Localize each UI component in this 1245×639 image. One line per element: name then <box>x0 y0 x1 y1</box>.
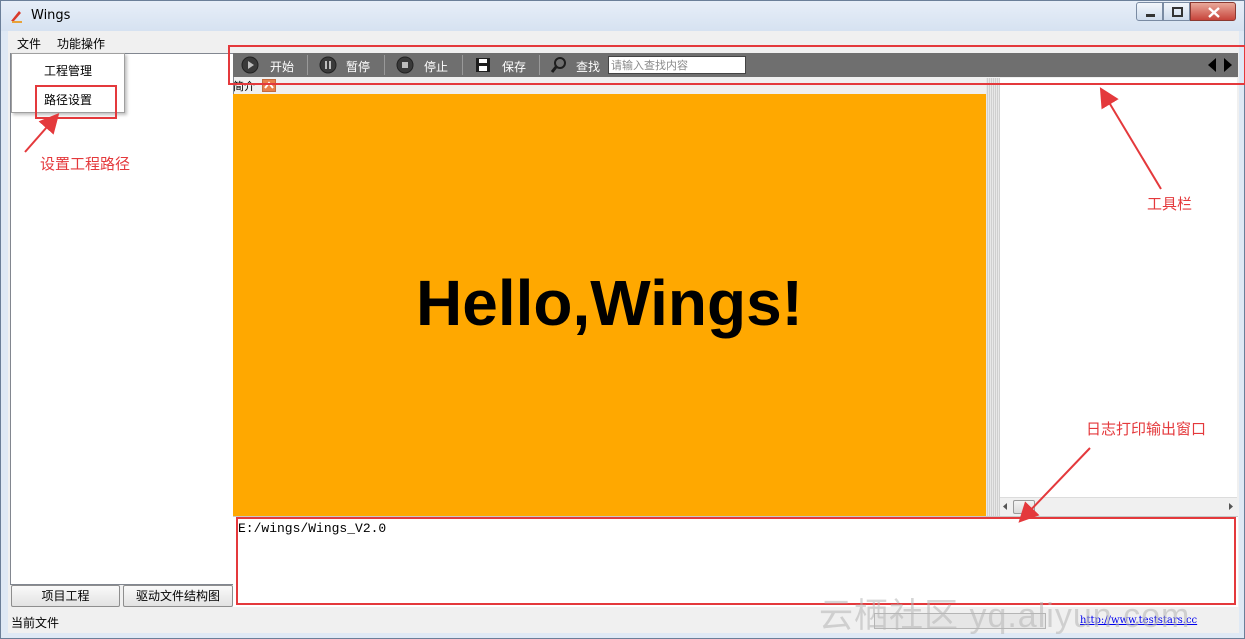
menu-functions[interactable]: 功能操作 <box>57 35 105 52</box>
title-bar: Wings <box>1 1 1244 31</box>
maximize-icon <box>1172 7 1183 17</box>
annotation-log-window: 日志打印输出窗口 <box>1086 420 1207 438</box>
wings-app-icon <box>9 8 25 24</box>
menu-file[interactable]: 文件 <box>17 35 41 52</box>
project-tree-panel[interactable] <box>10 53 234 585</box>
tab-project[interactable]: 项目工程 <box>11 585 120 607</box>
watermark: 云栖社区 yq.aliyun.com <box>819 597 1191 635</box>
annotation-path-setting: 设置工程路径 <box>40 155 131 173</box>
close-icon <box>1208 7 1220 18</box>
highlight-toolbar <box>228 45 1245 85</box>
menu-item-project-management[interactable]: 工程管理 <box>12 57 124 81</box>
current-file-label: 当前文件 <box>11 616 60 630</box>
scroll-left-arrow-icon <box>1003 503 1007 510</box>
hello-text: Hello,Wings! <box>416 267 803 339</box>
intro-canvas: Hello,Wings! <box>233 94 986 516</box>
tab-driver-structure[interactable]: 驱动文件结构图 <box>123 585 233 607</box>
close-button[interactable] <box>1190 2 1236 21</box>
minimize-icon <box>1146 14 1155 17</box>
annotation-toolbar: 工具栏 <box>1147 195 1193 213</box>
scrollbar-thumb[interactable] <box>1013 500 1035 514</box>
menu-item-label: 工程管理 <box>44 64 93 78</box>
minimize-button[interactable] <box>1136 2 1163 21</box>
scroll-right-arrow-icon <box>1229 503 1233 510</box>
splitter-handle[interactable] <box>986 78 1000 516</box>
horizontal-scrollbar[interactable] <box>1000 497 1237 515</box>
client-area: 文件 功能操作 开始 暂停 停止 保存 查找 请输入查找内容 简介 Hello,… <box>8 31 1245 633</box>
window-title: Wings <box>31 8 71 23</box>
maximize-button[interactable] <box>1163 2 1190 21</box>
app-window: Wings 文件 功能操作 开始 暂停 停止 保存 查找 请输入查找内容 简介 … <box>0 0 1245 639</box>
highlight-path-settings <box>35 85 117 119</box>
